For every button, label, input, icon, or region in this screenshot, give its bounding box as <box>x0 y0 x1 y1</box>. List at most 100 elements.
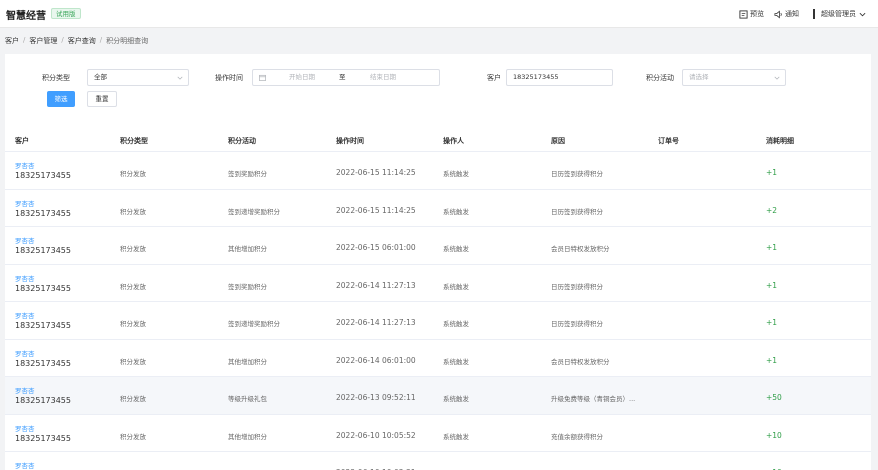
range-separator: 至 <box>339 73 346 81</box>
operation-time-cell: 2022-06-14 11:27:13 <box>336 280 416 290</box>
customer-name-link[interactable]: 罗杏杏 <box>15 235 35 245</box>
chevron-down-icon <box>177 76 183 80</box>
table-row: 罗杏杏 18325173455 积分发放 其他增加积分 2022-06-10 10:05… <box>5 414 871 452</box>
points-type-cell: 积分发放 <box>120 245 146 253</box>
reason-cell: 日历签到获得积分 <box>551 282 603 291</box>
operator-cell: 系统触发 <box>443 170 469 178</box>
customer-phone: 18325173455 <box>15 208 71 218</box>
customer-phone: 18325173455 <box>15 433 71 443</box>
breadcrumb-separator: / <box>61 36 64 44</box>
table-row: 罗杏杏 18325173455 积分发放 其他增加积分 2022-06-15 06:01… <box>5 227 871 265</box>
column-header-operation-time: 操作时间 <box>336 137 364 145</box>
operator-cell: 系统触发 <box>443 432 469 441</box>
customer-label: 客户 <box>487 74 501 82</box>
points-type-label: 积分类型 <box>42 74 70 82</box>
points-table: 客户 积分类型 积分活动 操作时间 操作人 原因 订单号 消耗明细 罗杏杏 183… <box>5 126 871 470</box>
filter-button[interactable]: 筛选 <box>47 91 75 107</box>
notice-label: 通知 <box>785 10 799 18</box>
reason-cell: 升级免费等级（青铜会员）... <box>551 395 636 403</box>
customer-name-link[interactable]: 罗杏杏 <box>15 423 35 433</box>
points-type-cell: 积分发放 <box>120 432 146 441</box>
operation-time-cell: 2022-06-14 11:27:13 <box>336 318 416 327</box>
breadcrumb-item-customer[interactable]: 客户 <box>5 36 19 46</box>
customer-phone: 18325173455 <box>15 171 71 180</box>
trial-badge: 试用版 <box>51 8 81 19</box>
table-header: 客户 积分类型 积分活动 操作时间 操作人 原因 订单号 消耗明细 <box>5 126 871 152</box>
operator-cell: 系统触发 <box>443 357 469 366</box>
table-row: 罗杏杏 18325173455 积分发放 签到奖励积分 2022-06-15 11:14… <box>5 152 871 190</box>
operation-time-cell: 2022-06-15 06:01:00 <box>336 243 416 252</box>
customer-name-link[interactable]: 罗杏杏 <box>15 460 35 470</box>
start-date-input[interactable]: 开始日期 <box>289 70 315 85</box>
operation-time-cell: 2022-06-14 06:01:00 <box>336 355 416 365</box>
reason-cell: 充值余额获得积分 <box>551 432 603 441</box>
calendar-icon <box>259 74 266 81</box>
preview-button[interactable]: 预览 <box>739 9 764 19</box>
points-activity-cell: 等级升级礼包 <box>228 395 267 403</box>
points-activity-cell: 签到递增奖励积分 <box>228 207 280 216</box>
column-header-operator: 操作人 <box>443 137 464 145</box>
column-header-points-activity: 积分活动 <box>228 137 256 145</box>
reason-cell: 会员日特权发放积分 <box>551 357 610 366</box>
main-panel: 积分类型 全部 操作时间 开始日期 至 结束日期 客户 18325173455 … <box>5 54 871 470</box>
reason-cell: 日历签到获得积分 <box>551 207 603 216</box>
customer-name-link[interactable]: 罗杏杏 <box>15 348 35 358</box>
breadcrumb-separator: / <box>99 36 103 44</box>
points-type-cell: 积分发放 <box>120 357 146 366</box>
reason-cell: 日历签到获得积分 <box>551 170 603 178</box>
notice-button[interactable]: 通知 <box>774 9 799 19</box>
customer-phone: 18325173455 <box>15 396 71 405</box>
consumption-cell: +1 <box>766 280 778 290</box>
consumption-cell: +1 <box>766 355 778 365</box>
customer-name-link[interactable]: 罗杏杏 <box>15 385 35 395</box>
chevron-down-icon <box>859 12 866 16</box>
user-menu[interactable]: 超级管理员 <box>821 9 868 19</box>
points-activity-cell: 签到奖励积分 <box>228 282 267 291</box>
points-type-cell: 积分发放 <box>120 395 146 403</box>
points-activity-cell: 其他增加积分 <box>228 357 267 366</box>
table-row: 罗杏杏 18325173455 积分发放 签到递增奖励积分 2022-06-14 11:… <box>5 302 871 340</box>
customer-phone: 18325173455 <box>15 283 71 293</box>
customer-input-value: 18325173455 <box>513 73 559 81</box>
operation-time-cell: 2022-06-13 09:52:11 <box>336 393 416 402</box>
breadcrumb-item-customer-query[interactable]: 客户查询 <box>68 36 96 46</box>
customer-input[interactable]: 18325173455 <box>506 69 613 86</box>
table-row: 罗杏杏18325173455积分发放其他增加积分2022-06-10 10:02… <box>5 452 871 470</box>
preview-label: 预览 <box>750 10 764 18</box>
column-header-order-no: 订单号 <box>658 137 679 145</box>
date-range-picker[interactable]: 开始日期 至 结束日期 <box>252 69 440 86</box>
points-type-cell: 积分发放 <box>120 207 146 216</box>
points-activity-cell: 签到奖励积分 <box>228 170 267 178</box>
points-type-cell: 积分发放 <box>120 282 146 291</box>
consumption-cell: +1 <box>766 318 778 327</box>
customer-name-link[interactable]: 罗杏杏 <box>15 198 35 208</box>
operator-cell: 系统触发 <box>443 245 469 253</box>
consumption-cell: +1 <box>766 243 778 252</box>
breadcrumb: 客户 / 客户管理 / 客户查询 / 积分明细查询 <box>5 36 148 46</box>
consumption-cell: +10 <box>766 430 782 440</box>
consumption-cell: +2 <box>766 205 778 215</box>
operator-cell: 系统触发 <box>443 320 469 328</box>
points-activity-placeholder: 请选择 <box>689 73 709 81</box>
consumption-cell: +1 <box>766 168 778 177</box>
points-type-select[interactable]: 全部 <box>87 69 189 86</box>
reason-cell: 日历签到获得积分 <box>551 320 603 328</box>
customer-name-link[interactable]: 罗杏杏 <box>15 310 35 320</box>
customer-phone: 18325173455 <box>15 358 71 368</box>
customer-phone: 18325173455 <box>15 321 71 330</box>
points-type-cell: 积分发放 <box>120 170 146 178</box>
consumption-cell: +50 <box>766 393 782 402</box>
breadcrumb-item-points-detail: 积分明细查询 <box>106 37 149 45</box>
user-label: 超级管理员 <box>821 10 856 18</box>
operator-cell: 系统触发 <box>443 282 469 291</box>
reset-button[interactable]: 重置 <box>87 91 117 107</box>
operation-time-cell: 2022-06-10 10:05:52 <box>336 430 416 440</box>
end-date-input[interactable]: 结束日期 <box>370 70 396 85</box>
customer-name-link[interactable]: 罗杏杏 <box>15 273 35 283</box>
points-activity-select[interactable]: 请选择 <box>682 69 786 86</box>
customer-name-link[interactable]: 罗杏杏 <box>15 160 35 170</box>
points-activity-cell: 其他增加积分 <box>228 245 267 253</box>
breadcrumb-item-customer-management[interactable]: 客户管理 <box>29 36 57 46</box>
operation-time-cell: 2022-06-15 11:14:25 <box>336 205 416 215</box>
column-header-customer: 客户 <box>15 137 29 145</box>
